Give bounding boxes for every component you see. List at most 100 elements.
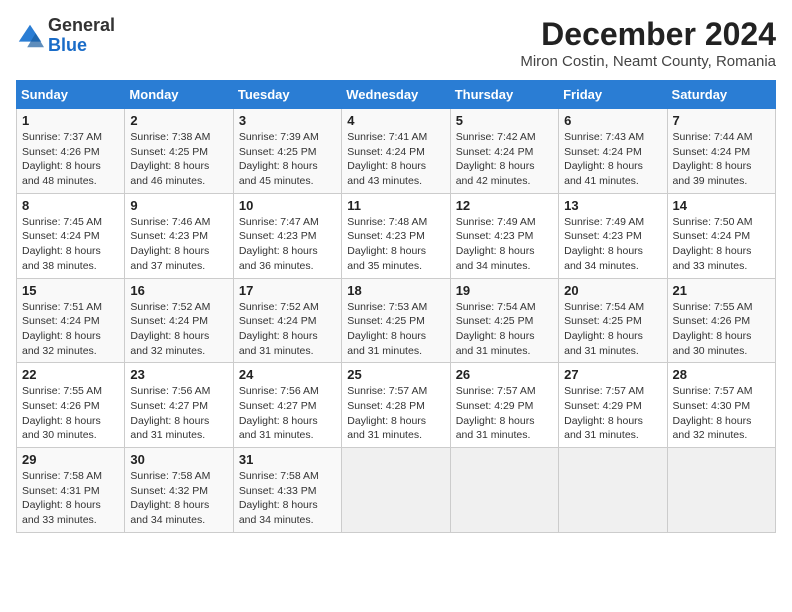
day-info: Sunrise: 7:56 AMSunset: 4:27 PMDaylight:… [239, 385, 319, 441]
day-number: 14 [673, 198, 770, 213]
day-number: 6 [564, 113, 661, 128]
calendar-cell: 2 Sunrise: 7:38 AMSunset: 4:25 PMDayligh… [125, 109, 233, 194]
day-info: Sunrise: 7:58 AMSunset: 4:31 PMDaylight:… [22, 470, 102, 526]
day-of-week-header: Saturday [667, 81, 775, 109]
calendar-week-row: 1 Sunrise: 7:37 AMSunset: 4:26 PMDayligh… [17, 109, 776, 194]
day-number: 27 [564, 367, 661, 382]
day-number: 15 [22, 283, 119, 298]
calendar-cell [342, 448, 450, 533]
calendar-cell [559, 448, 667, 533]
calendar-cell: 28 Sunrise: 7:57 AMSunset: 4:30 PMDaylig… [667, 363, 775, 448]
calendar-cell: 15 Sunrise: 7:51 AMSunset: 4:24 PMDaylig… [17, 278, 125, 363]
day-number: 2 [130, 113, 227, 128]
day-info: Sunrise: 7:52 AMSunset: 4:24 PMDaylight:… [239, 301, 319, 357]
day-info: Sunrise: 7:47 AMSunset: 4:23 PMDaylight:… [239, 216, 319, 272]
day-info: Sunrise: 7:57 AMSunset: 4:30 PMDaylight:… [673, 385, 753, 441]
calendar-cell: 19 Sunrise: 7:54 AMSunset: 4:25 PMDaylig… [450, 278, 558, 363]
day-number: 23 [130, 367, 227, 382]
logo: General Blue [16, 16, 115, 56]
day-info: Sunrise: 7:39 AMSunset: 4:25 PMDaylight:… [239, 131, 319, 187]
day-info: Sunrise: 7:49 AMSunset: 4:23 PMDaylight:… [564, 216, 644, 272]
day-number: 3 [239, 113, 336, 128]
calendar-cell [667, 448, 775, 533]
day-info: Sunrise: 7:41 AMSunset: 4:24 PMDaylight:… [347, 131, 427, 187]
calendar-cell: 29 Sunrise: 7:58 AMSunset: 4:31 PMDaylig… [17, 448, 125, 533]
day-number: 10 [239, 198, 336, 213]
day-info: Sunrise: 7:48 AMSunset: 4:23 PMDaylight:… [347, 216, 427, 272]
calendar-cell: 6 Sunrise: 7:43 AMSunset: 4:24 PMDayligh… [559, 109, 667, 194]
day-number: 17 [239, 283, 336, 298]
day-of-week-header: Friday [559, 81, 667, 109]
day-number: 21 [673, 283, 770, 298]
day-info: Sunrise: 7:51 AMSunset: 4:24 PMDaylight:… [22, 301, 102, 357]
day-number: 13 [564, 198, 661, 213]
day-number: 12 [456, 198, 553, 213]
calendar-cell: 16 Sunrise: 7:52 AMSunset: 4:24 PMDaylig… [125, 278, 233, 363]
day-info: Sunrise: 7:54 AMSunset: 4:25 PMDaylight:… [456, 301, 536, 357]
day-info: Sunrise: 7:37 AMSunset: 4:26 PMDaylight:… [22, 131, 102, 187]
day-info: Sunrise: 7:54 AMSunset: 4:25 PMDaylight:… [564, 301, 644, 357]
day-of-week-header: Thursday [450, 81, 558, 109]
day-number: 20 [564, 283, 661, 298]
calendar-cell: 9 Sunrise: 7:46 AMSunset: 4:23 PMDayligh… [125, 193, 233, 278]
day-info: Sunrise: 7:58 AMSunset: 4:33 PMDaylight:… [239, 470, 319, 526]
day-info: Sunrise: 7:58 AMSunset: 4:32 PMDaylight:… [130, 470, 210, 526]
day-info: Sunrise: 7:55 AMSunset: 4:26 PMDaylight:… [673, 301, 753, 357]
day-number: 22 [22, 367, 119, 382]
calendar-cell: 18 Sunrise: 7:53 AMSunset: 4:25 PMDaylig… [342, 278, 450, 363]
calendar-cell: 30 Sunrise: 7:58 AMSunset: 4:32 PMDaylig… [125, 448, 233, 533]
calendar-cell: 12 Sunrise: 7:49 AMSunset: 4:23 PMDaylig… [450, 193, 558, 278]
calendar-cell: 1 Sunrise: 7:37 AMSunset: 4:26 PMDayligh… [17, 109, 125, 194]
calendar-week-row: 15 Sunrise: 7:51 AMSunset: 4:24 PMDaylig… [17, 278, 776, 363]
day-number: 5 [456, 113, 553, 128]
calendar-table: SundayMondayTuesdayWednesdayThursdayFrid… [16, 80, 776, 533]
day-info: Sunrise: 7:50 AMSunset: 4:24 PMDaylight:… [673, 216, 753, 272]
calendar-cell: 21 Sunrise: 7:55 AMSunset: 4:26 PMDaylig… [667, 278, 775, 363]
calendar-cell: 17 Sunrise: 7:52 AMSunset: 4:24 PMDaylig… [233, 278, 341, 363]
day-info: Sunrise: 7:57 AMSunset: 4:29 PMDaylight:… [456, 385, 536, 441]
day-number: 29 [22, 452, 119, 467]
day-number: 24 [239, 367, 336, 382]
calendar-cell: 22 Sunrise: 7:55 AMSunset: 4:26 PMDaylig… [17, 363, 125, 448]
day-number: 28 [673, 367, 770, 382]
calendar-cell: 23 Sunrise: 7:56 AMSunset: 4:27 PMDaylig… [125, 363, 233, 448]
day-number: 4 [347, 113, 444, 128]
calendar-cell: 20 Sunrise: 7:54 AMSunset: 4:25 PMDaylig… [559, 278, 667, 363]
calendar-week-row: 29 Sunrise: 7:58 AMSunset: 4:31 PMDaylig… [17, 448, 776, 533]
day-of-week-header: Sunday [17, 81, 125, 109]
calendar-cell: 14 Sunrise: 7:50 AMSunset: 4:24 PMDaylig… [667, 193, 775, 278]
calendar-week-row: 22 Sunrise: 7:55 AMSunset: 4:26 PMDaylig… [17, 363, 776, 448]
day-info: Sunrise: 7:55 AMSunset: 4:26 PMDaylight:… [22, 385, 102, 441]
calendar-cell: 5 Sunrise: 7:42 AMSunset: 4:24 PMDayligh… [450, 109, 558, 194]
day-info: Sunrise: 7:43 AMSunset: 4:24 PMDaylight:… [564, 131, 644, 187]
day-info: Sunrise: 7:44 AMSunset: 4:24 PMDaylight:… [673, 131, 753, 187]
subtitle: Miron Costin, Neamt County, Romania [520, 53, 776, 70]
day-info: Sunrise: 7:57 AMSunset: 4:29 PMDaylight:… [564, 385, 644, 441]
calendar-cell: 3 Sunrise: 7:39 AMSunset: 4:25 PMDayligh… [233, 109, 341, 194]
day-number: 18 [347, 283, 444, 298]
day-number: 1 [22, 113, 119, 128]
day-number: 11 [347, 198, 444, 213]
day-info: Sunrise: 7:56 AMSunset: 4:27 PMDaylight:… [130, 385, 210, 441]
day-info: Sunrise: 7:45 AMSunset: 4:24 PMDaylight:… [22, 216, 102, 272]
day-number: 30 [130, 452, 227, 467]
logo-text: General Blue [48, 16, 115, 56]
day-number: 7 [673, 113, 770, 128]
calendar-cell: 24 Sunrise: 7:56 AMSunset: 4:27 PMDaylig… [233, 363, 341, 448]
day-of-week-header: Monday [125, 81, 233, 109]
day-of-week-header: Tuesday [233, 81, 341, 109]
day-number: 8 [22, 198, 119, 213]
day-number: 9 [130, 198, 227, 213]
title-block: December 2024 Miron Costin, Neamt County… [520, 16, 776, 70]
day-number: 31 [239, 452, 336, 467]
day-info: Sunrise: 7:57 AMSunset: 4:28 PMDaylight:… [347, 385, 427, 441]
calendar-cell: 8 Sunrise: 7:45 AMSunset: 4:24 PMDayligh… [17, 193, 125, 278]
logo-icon [16, 22, 44, 50]
day-info: Sunrise: 7:49 AMSunset: 4:23 PMDaylight:… [456, 216, 536, 272]
calendar-week-row: 8 Sunrise: 7:45 AMSunset: 4:24 PMDayligh… [17, 193, 776, 278]
calendar-cell: 10 Sunrise: 7:47 AMSunset: 4:23 PMDaylig… [233, 193, 341, 278]
calendar-cell: 31 Sunrise: 7:58 AMSunset: 4:33 PMDaylig… [233, 448, 341, 533]
calendar-cell: 25 Sunrise: 7:57 AMSunset: 4:28 PMDaylig… [342, 363, 450, 448]
page-header: General Blue December 2024 Miron Costin,… [16, 16, 776, 70]
main-title: December 2024 [520, 16, 776, 53]
